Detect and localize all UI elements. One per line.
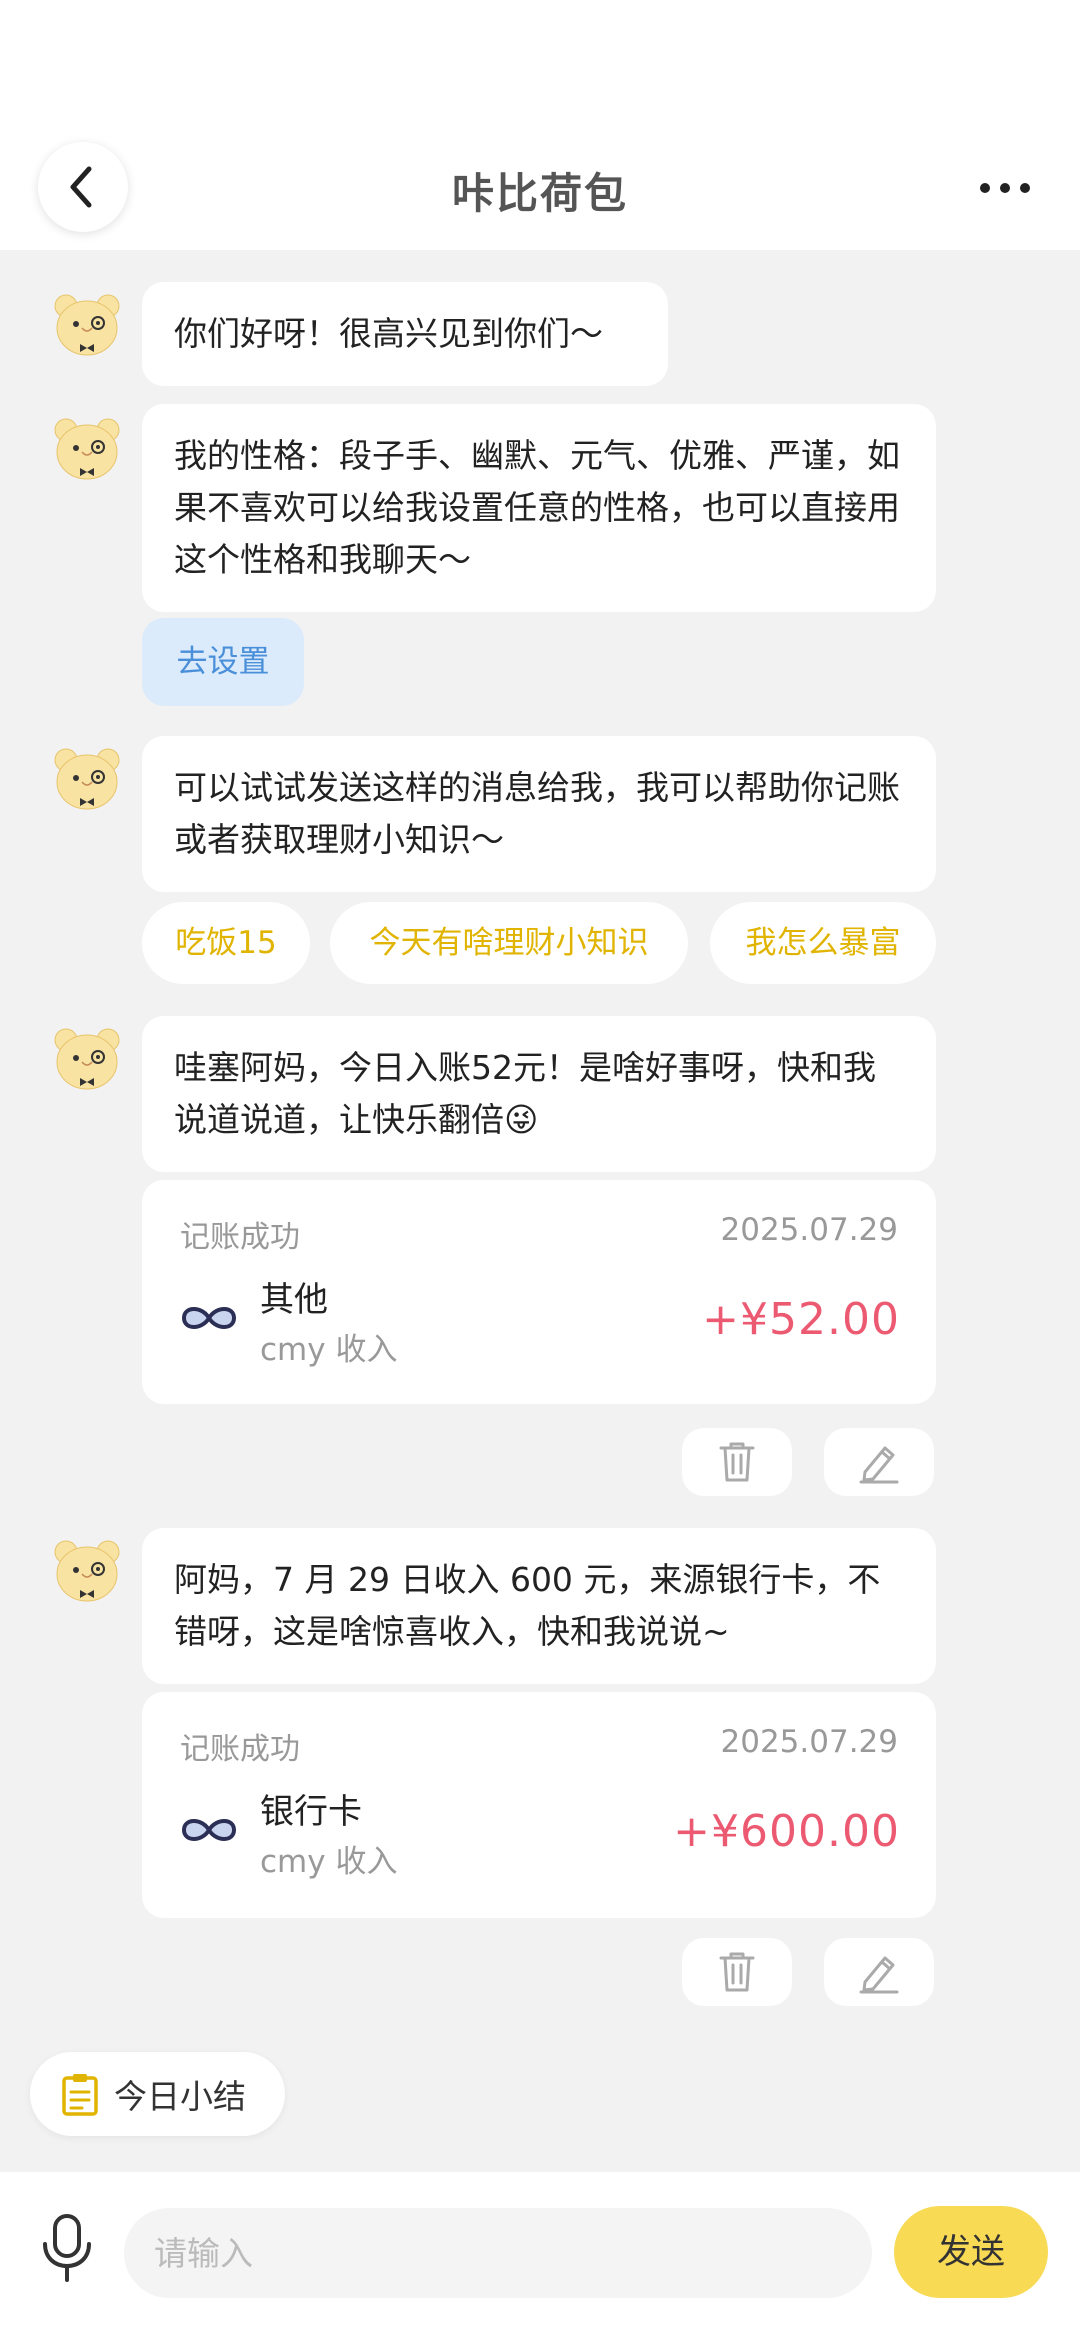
- infinity-icon: [178, 1298, 240, 1338]
- record-date: 2025.07.29: [720, 1724, 899, 1760]
- delete-button[interactable]: [682, 1428, 792, 1496]
- record-card[interactable]: 记账成功 2025.07.29 银行卡 cmy 收入 +¥600.00: [142, 1692, 936, 1918]
- header: 咔比荷包: [0, 130, 1080, 250]
- record-date: 2025.07.29: [720, 1212, 899, 1248]
- suggestion-chip[interactable]: 今天有啥理财小知识: [330, 902, 688, 984]
- record-category: 其他: [260, 1280, 328, 1320]
- chat-bubble: 你们好呀！很高兴见到你们～: [142, 282, 668, 386]
- record-subtitle: cmy 收入: [260, 1332, 398, 1368]
- bear-avatar-icon: [52, 290, 122, 360]
- record-category: 银行卡: [260, 1792, 362, 1832]
- bear-avatar-icon: [52, 744, 122, 814]
- record-status: 记账成功: [180, 1732, 300, 1767]
- edit-button[interactable]: [824, 1938, 934, 2006]
- suggestion-chip[interactable]: 吃饭15: [142, 902, 310, 984]
- record-amount: +¥600.00: [673, 1806, 900, 1857]
- trash-icon: [717, 1440, 757, 1484]
- chat-bubble: 阿妈，7 月 29 日收入 600 元，来源银行卡，不错呀，这是啥惊喜收入，快和…: [142, 1528, 936, 1684]
- status-bar: [0, 0, 1080, 130]
- clipboard-icon: [62, 2074, 98, 2116]
- infinity-icon: [178, 1810, 240, 1850]
- message-input[interactable]: [124, 2208, 872, 2298]
- daily-summary-button[interactable]: 今日小结: [30, 2052, 285, 2136]
- bear-avatar-icon: [52, 1536, 122, 1606]
- input-bar: 发送: [0, 2172, 1080, 2332]
- record-card[interactable]: 记账成功 2025.07.29 其他 cmy 收入 +¥52.00: [142, 1180, 936, 1404]
- daily-summary-label: 今日小结: [114, 2077, 246, 2116]
- bear-avatar-icon: [52, 1024, 122, 1094]
- edit-button[interactable]: [824, 1428, 934, 1496]
- suggestion-chip[interactable]: 我怎么暴富: [710, 902, 936, 984]
- more-button[interactable]: [970, 158, 1040, 218]
- page-title: 咔比荷包: [451, 169, 628, 218]
- microphone-icon[interactable]: [38, 2212, 96, 2284]
- record-subtitle: cmy 收入: [260, 1844, 398, 1880]
- record-status: 记账成功: [180, 1220, 300, 1255]
- more-dots-icon: [975, 183, 1035, 193]
- chat-bubble: 哇塞阿妈，今日入账52元！是啥好事呀，快和我说道说道，让快乐翻倍😜: [142, 1016, 936, 1172]
- pencil-icon: [857, 1440, 901, 1484]
- record-amount: +¥52.00: [702, 1294, 900, 1345]
- trash-icon: [717, 1950, 757, 1994]
- chat-bubble: 可以试试发送这样的消息给我，我可以帮助你记账或者获取理财小知识～: [142, 736, 936, 892]
- delete-button[interactable]: [682, 1938, 792, 2006]
- chat-bubble: 我的性格：段子手、幽默、元气、优雅、严谨，如果不喜欢可以给我设置任意的性格，也可…: [142, 404, 936, 612]
- bear-avatar-icon: [52, 414, 122, 484]
- go-settings-button[interactable]: 去设置: [142, 618, 304, 706]
- send-button[interactable]: 发送: [894, 2206, 1048, 2298]
- pencil-icon: [857, 1950, 901, 1994]
